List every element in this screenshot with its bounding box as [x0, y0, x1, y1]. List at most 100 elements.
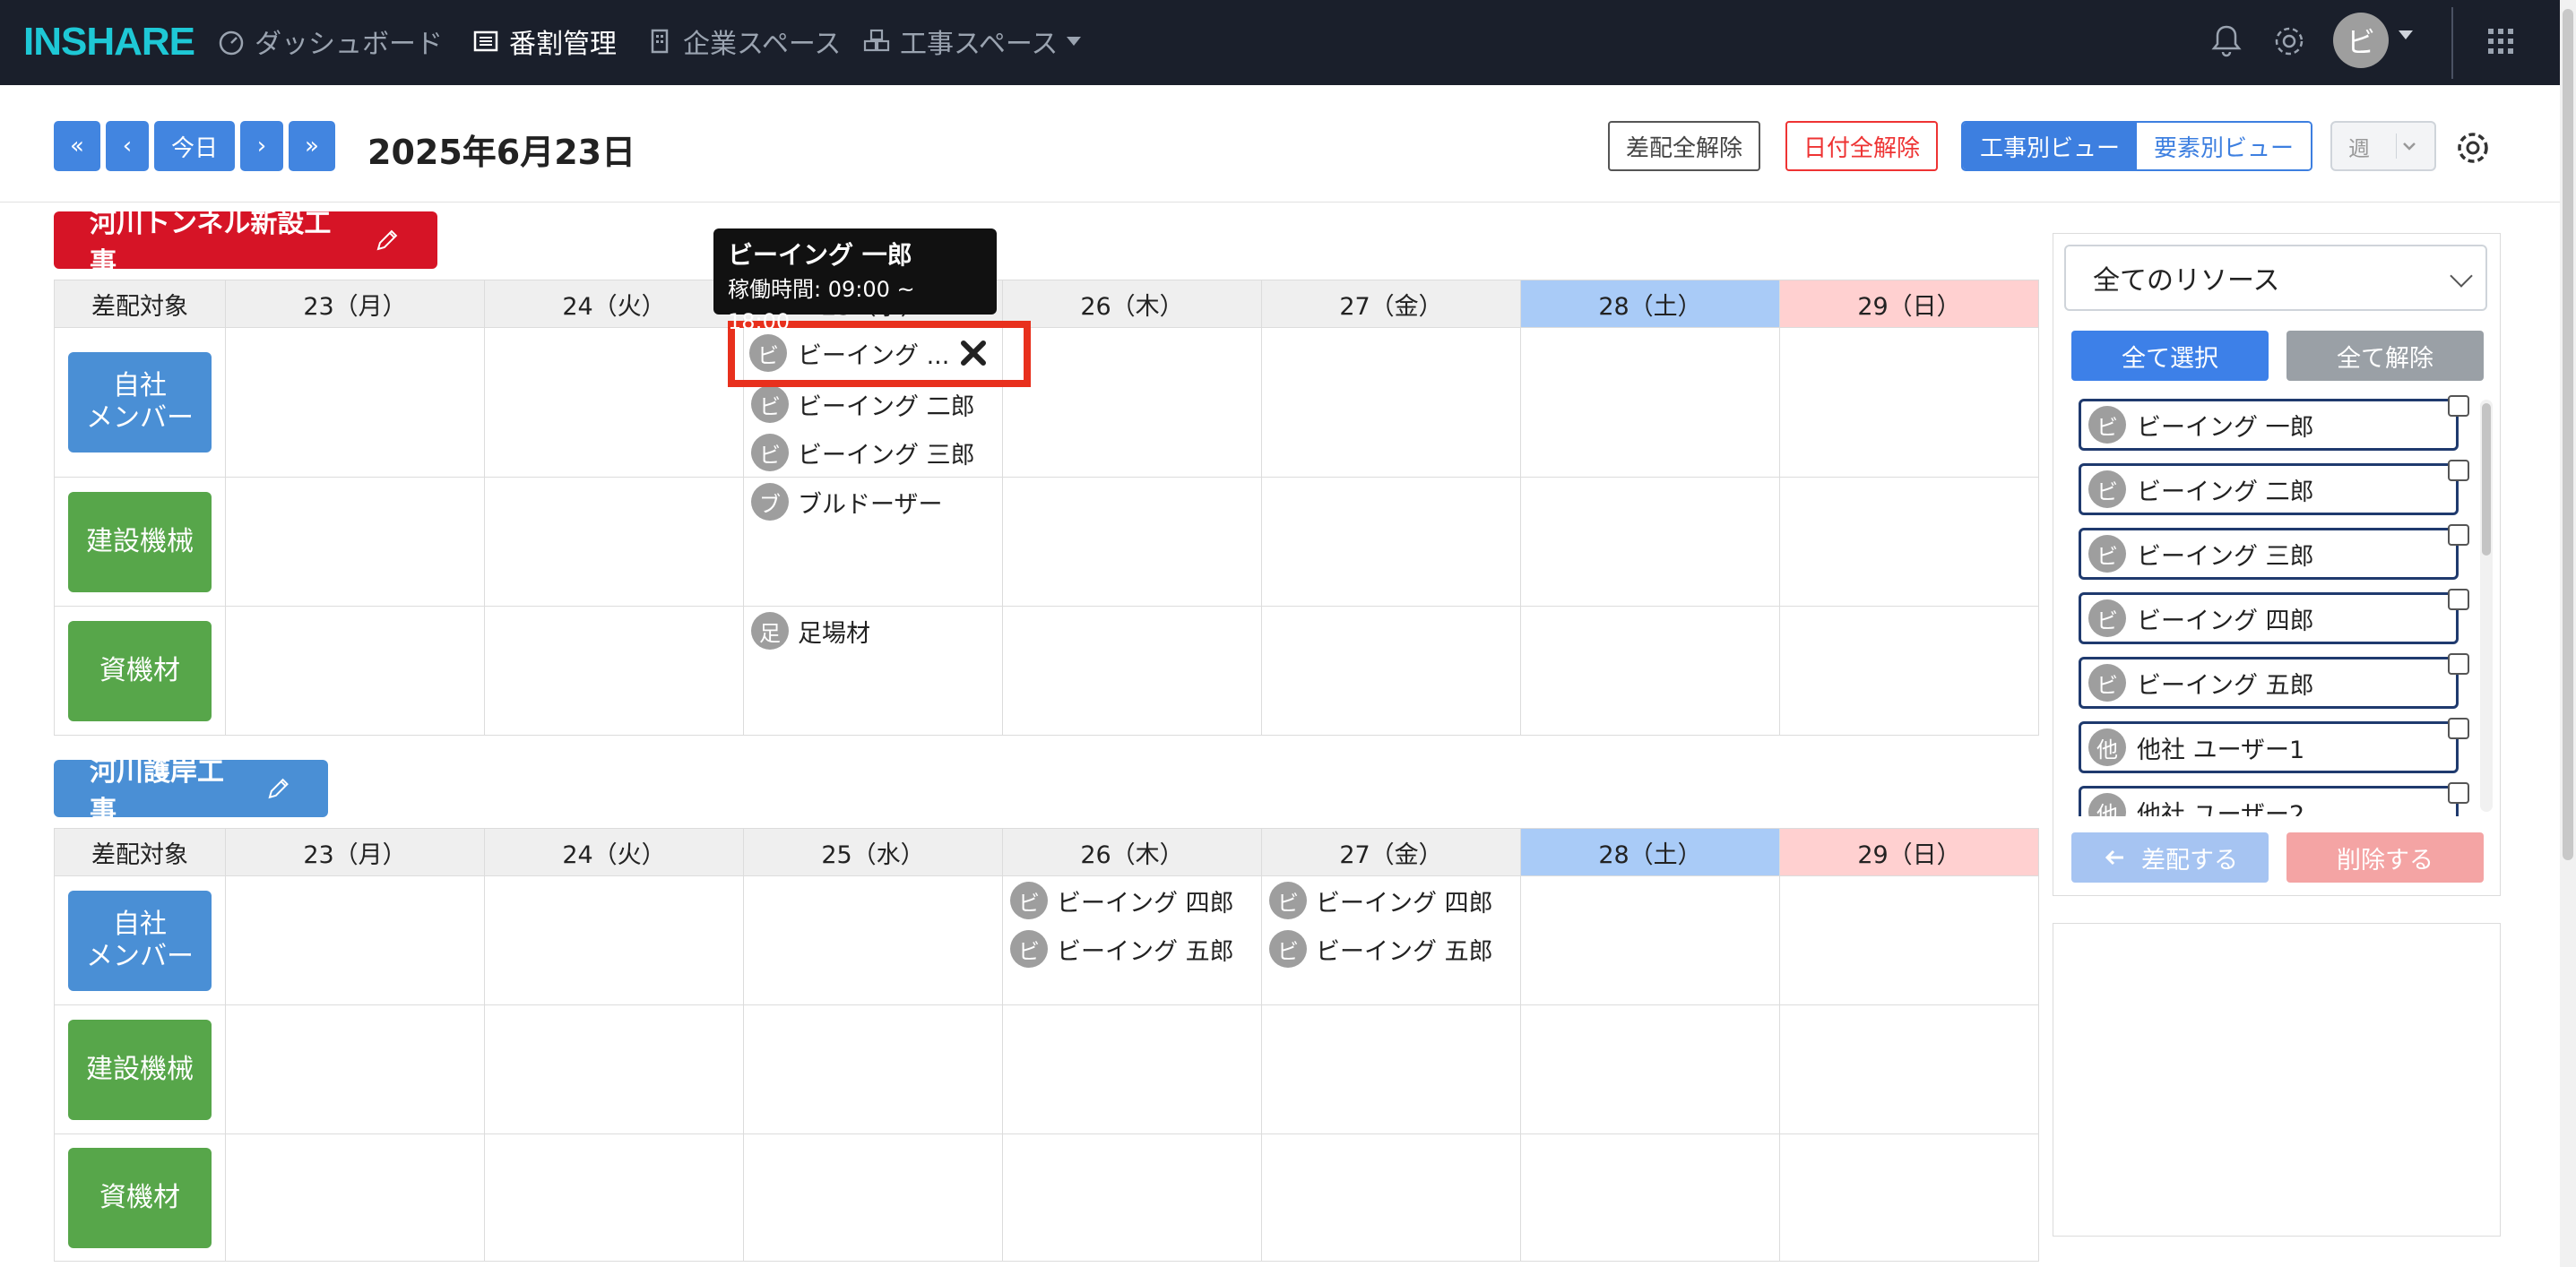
- day-cell[interactable]: [1779, 1004, 2039, 1134]
- settings-gear-icon[interactable]: [2453, 128, 2493, 168]
- project-tag[interactable]: 河川護岸工事: [54, 756, 328, 827]
- first-page-button[interactable]: «: [54, 121, 100, 171]
- day-cell[interactable]: [1261, 606, 1521, 736]
- day-cell[interactable]: ブブルドーザー: [743, 477, 1003, 607]
- category-material[interactable]: 資機材: [68, 620, 212, 721]
- resource-checkbox[interactable]: [2448, 653, 2469, 675]
- day-cell[interactable]: [484, 875, 744, 1005]
- day-cell[interactable]: [1002, 477, 1262, 607]
- project-tag[interactable]: 河川トンネル新設工事: [54, 208, 437, 279]
- nav-company-space[interactable]: 企業スペース: [645, 23, 841, 60]
- day-cell[interactable]: [743, 1133, 1003, 1262]
- day-cell[interactable]: [484, 606, 744, 736]
- day-cell[interactable]: [1002, 1004, 1262, 1134]
- resource-list-item[interactable]: ビビーイング 四郎: [2079, 592, 2459, 644]
- resource-chip[interactable]: ビビーイング 四郎: [1003, 876, 1261, 925]
- resource-list-item[interactable]: ビビーイング 一郎: [2079, 399, 2459, 451]
- category-member[interactable]: 自社 メンバー: [68, 890, 212, 991]
- day-cell[interactable]: [1520, 606, 1780, 736]
- resource-list-item[interactable]: ビビーイング 二郎: [2079, 463, 2459, 515]
- resource-chip[interactable]: ビビーイング 二郎: [744, 380, 1002, 428]
- app-logo[interactable]: INSHARE: [23, 20, 195, 65]
- day-cell[interactable]: [1002, 327, 1262, 478]
- page-scrollbar[interactable]: [2560, 0, 2576, 1267]
- bell-icon[interactable]: [2207, 22, 2246, 61]
- day-cell[interactable]: ビビーイング 四郎 ビビーイング 五郎: [1261, 875, 1521, 1005]
- day-cell[interactable]: [225, 606, 485, 736]
- day-cell[interactable]: [1520, 477, 1780, 607]
- day-cell[interactable]: [1520, 1133, 1780, 1262]
- resource-checkbox[interactable]: [2448, 524, 2469, 546]
- resource-list-item[interactable]: ビビーイング 五郎: [2079, 657, 2459, 709]
- app-grid-icon[interactable]: [2481, 22, 2520, 61]
- user-menu-chevron-icon[interactable]: [2399, 30, 2413, 39]
- last-page-button[interactable]: »: [289, 121, 335, 171]
- day-cell[interactable]: [484, 1004, 744, 1134]
- day-cell[interactable]: [1779, 327, 2039, 478]
- nav-assignment[interactable]: 番割管理: [471, 23, 617, 60]
- resource-checkbox[interactable]: [2448, 782, 2469, 804]
- period-select[interactable]: 週: [2330, 121, 2436, 171]
- day-cell[interactable]: [743, 1004, 1003, 1134]
- day-cell[interactable]: [225, 875, 485, 1005]
- day-cell[interactable]: [484, 1133, 744, 1262]
- day-cell[interactable]: [1261, 327, 1521, 478]
- day-cell[interactable]: [1779, 1133, 2039, 1262]
- select-all-button[interactable]: 全て選択: [2071, 331, 2269, 381]
- day-cell[interactable]: 足足場材: [743, 606, 1003, 736]
- day-cell[interactable]: [1779, 477, 2039, 607]
- day-cell[interactable]: [225, 1004, 485, 1134]
- day-cell[interactable]: [225, 1133, 485, 1262]
- gear-icon[interactable]: [2269, 22, 2309, 61]
- day-cell[interactable]: [1520, 875, 1780, 1005]
- view-by-element-button[interactable]: 要素別ビュー: [2137, 123, 2311, 169]
- category-material[interactable]: 資機材: [68, 1147, 212, 1248]
- delete-button[interactable]: 削除する: [2286, 832, 2484, 883]
- day-cell[interactable]: [1520, 1004, 1780, 1134]
- pencil-icon[interactable]: [373, 226, 402, 254]
- pencil-icon[interactable]: [264, 774, 292, 803]
- nav-construction-space[interactable]: 工事スペース: [862, 23, 1082, 60]
- resource-checkbox[interactable]: [2448, 589, 2469, 610]
- resource-chip[interactable]: ビビーイング 五郎: [1003, 925, 1261, 973]
- category-machine[interactable]: 建設機械: [68, 491, 212, 592]
- next-button[interactable]: ›: [240, 121, 283, 171]
- assign-button[interactable]: 差配する: [2071, 832, 2269, 883]
- resource-chip[interactable]: ビビーイング 三郎: [744, 428, 1002, 477]
- resource-chip[interactable]: ビビーイング 五郎: [1262, 925, 1520, 973]
- day-cell[interactable]: [743, 875, 1003, 1005]
- resource-checkbox[interactable]: [2448, 460, 2469, 481]
- resource-filter-select[interactable]: 全てのリソース: [2064, 245, 2487, 311]
- resource-list-item[interactable]: 他他社 ユーザー1: [2079, 721, 2459, 773]
- day-cell[interactable]: [1002, 606, 1262, 736]
- day-cell[interactable]: [1261, 477, 1521, 607]
- clear-all-assign-button[interactable]: 差配全解除: [1608, 121, 1760, 171]
- today-button[interactable]: 今日: [154, 121, 235, 171]
- day-cell[interactable]: [225, 327, 485, 478]
- nav-dashboard[interactable]: ダッシュボード: [217, 23, 443, 60]
- prev-button[interactable]: ‹: [106, 121, 149, 171]
- day-cell[interactable]: [1261, 1133, 1521, 1262]
- category-member[interactable]: 自社 メンバー: [68, 352, 212, 452]
- deselect-all-button[interactable]: 全て解除: [2286, 331, 2484, 381]
- day-cell[interactable]: [484, 477, 744, 607]
- user-avatar[interactable]: ビ: [2333, 13, 2389, 68]
- day-cell[interactable]: [1002, 1133, 1262, 1262]
- resource-checkbox[interactable]: [2448, 395, 2469, 417]
- day-cell[interactable]: [1779, 875, 2039, 1005]
- day-cell[interactable]: [1261, 1004, 1521, 1134]
- resource-chip[interactable]: ビビーイング 四郎: [1262, 876, 1520, 925]
- resource-chip[interactable]: ブブルドーザー: [744, 478, 1002, 526]
- resource-list-item[interactable]: 他他社 ユーザー2: [2079, 786, 2459, 816]
- view-by-project-button[interactable]: 工事別ビュー: [1963, 123, 2137, 169]
- day-cell[interactable]: [225, 477, 485, 607]
- resource-list-scrollbar[interactable]: [2480, 400, 2493, 812]
- day-cell[interactable]: [484, 327, 744, 478]
- resource-checkbox[interactable]: [2448, 718, 2469, 739]
- resource-chip[interactable]: 足足場材: [744, 607, 1002, 655]
- day-cell[interactable]: [1779, 606, 2039, 736]
- day-cell[interactable]: ビビーイング 四郎 ビビーイング 五郎: [1002, 875, 1262, 1005]
- resource-list-item[interactable]: ビビーイング 三郎: [2079, 528, 2459, 580]
- clear-all-dates-button[interactable]: 日付全解除: [1785, 121, 1938, 171]
- day-cell[interactable]: [1520, 327, 1780, 478]
